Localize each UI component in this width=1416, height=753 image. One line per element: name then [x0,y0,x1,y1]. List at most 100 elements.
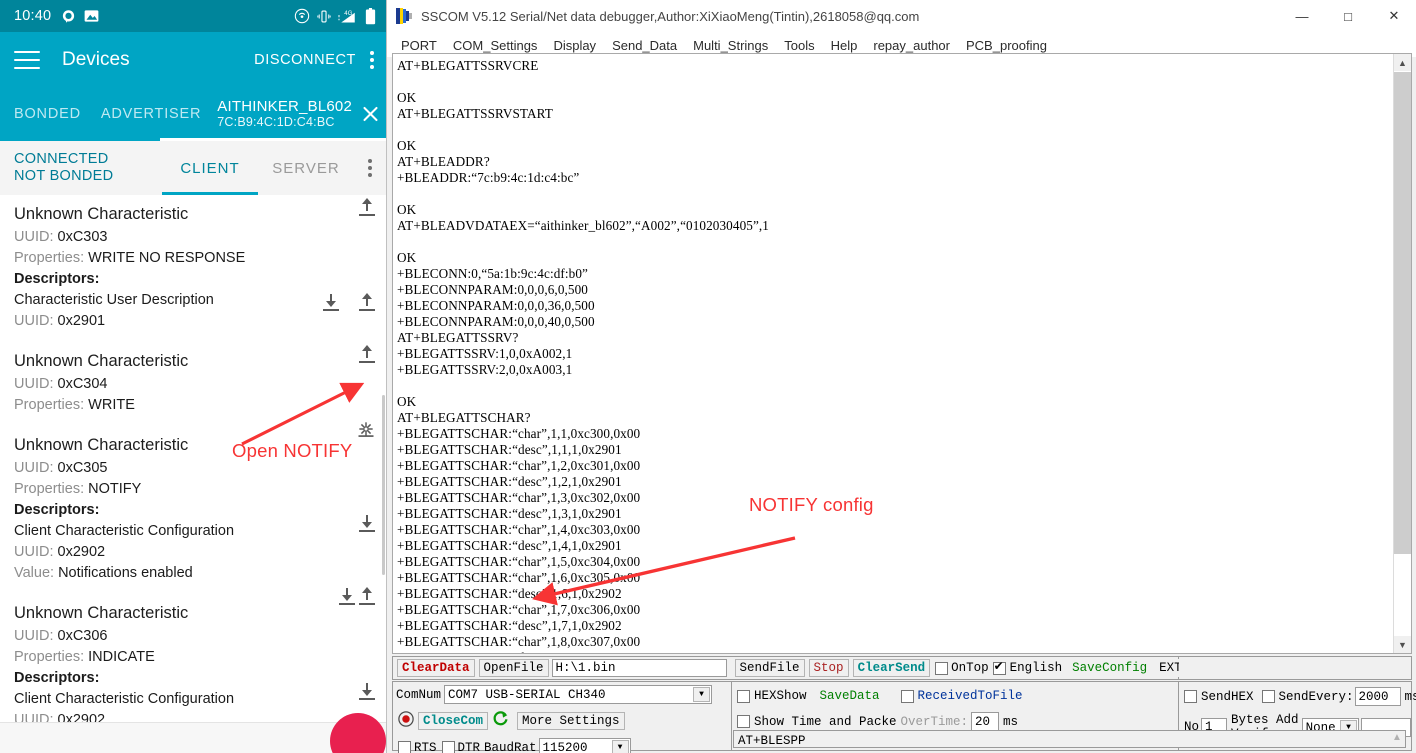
read-icon[interactable] [358,682,376,700]
properties-label: Properties: [14,250,89,266]
disconnect-button[interactable]: DISCONNECT [254,52,356,68]
sscom-app-icon [395,7,413,25]
stop-button[interactable]: Stop [808,659,849,677]
characteristic-item[interactable]: Unknown Characteristic UUID: 0xC306 Prop… [0,584,386,723]
baud-label: BaudRat [484,740,537,753]
descriptor-actions[interactable] [358,682,376,700]
send-interval-input[interactable] [1354,687,1401,706]
kebab-menu-icon[interactable] [370,50,374,69]
descriptors-label: Descriptors: [14,670,100,686]
show-time-checkbox[interactable] [737,715,750,728]
file-path-input[interactable] [551,659,727,677]
terminal-output[interactable]: AT+BLEGATTSSRVCRE OK AT+BLEGATTSSRVSTART… [393,54,1394,653]
rts-checkbox[interactable] [398,741,411,753]
write-icon[interactable] [358,587,376,605]
hexshow-checkbox[interactable] [737,689,750,703]
write-icon[interactable] [358,345,376,363]
uuid-value: 0xC303 [57,229,108,245]
image-icon [84,9,99,23]
menu-help[interactable]: Help [823,36,866,55]
menu-pcb-proofing[interactable]: PCB_proofing [958,36,1055,55]
scroll-down-button[interactable]: ▼ [1394,636,1411,653]
menu-display[interactable]: Display [545,36,604,55]
characteristic-actions[interactable] [358,345,376,363]
properties-value: WRITE [88,397,135,413]
menu-port[interactable]: PORT [393,36,445,55]
characteristic-title: Unknown Characteristic [14,352,189,370]
english-label: English [1009,661,1063,675]
dtr-checkbox[interactable] [441,741,455,753]
characteristic-item[interactable]: Unknown Characteristic UUID: 0xC304 Prop… [0,332,386,416]
scrollbar-thumb[interactable] [1394,72,1411,554]
received-to-file-checkbox[interactable] [900,689,914,703]
descriptor-actions[interactable] [358,514,376,532]
characteristic-actions[interactable] [338,587,376,605]
menu-repay-author[interactable]: repay_author [865,36,958,55]
indicate-icon[interactable] [338,587,356,605]
com-port-select[interactable]: COM7 USB-SERIAL CH340 ▼ [444,685,713,704]
tab-client[interactable]: CLIENT [162,141,258,195]
send-file-button[interactable]: SendFile [734,659,805,677]
sendevery-checkbox[interactable] [1261,690,1275,703]
menu-tools[interactable]: Tools [776,36,822,55]
menu-com-settings[interactable]: COM_Settings [445,36,546,55]
terminal-panel[interactable]: AT+BLEGATTSSRVCRE OK AT+BLEGATTSSRVSTART… [392,53,1412,654]
notify-enabled-icon[interactable] [356,419,376,439]
terminal-scrollbar[interactable]: ▲ ▼ [1393,54,1411,653]
uuid-label: UUID: [14,376,58,392]
annotation-notify-config: NOTIFY config [749,494,874,515]
close-button[interactable]: ✕ [1371,0,1416,32]
send-area-scrollbar[interactable]: ▲ [1390,732,1404,746]
scroll-up-button[interactable]: ▲ [1394,54,1411,71]
menu-send-data[interactable]: Send_Data [604,36,685,55]
descriptor-actions[interactable] [322,293,376,311]
properties-value: NOTIFY [88,481,142,497]
write-icon[interactable] [358,293,376,311]
baud-rate-select[interactable]: 115200 ▼ [538,738,631,753]
properties-value: WRITE NO RESPONSE [88,250,246,266]
more-settings-button[interactable]: More Settings [517,712,625,730]
characteristic-actions[interactable] [358,198,376,216]
chevron-down-icon[interactable]: ▼ [611,740,629,753]
scroll-up-icon[interactable]: ▲ [1390,732,1404,743]
send-text-area[interactable]: AT+BLESPP ▲ [733,730,1406,748]
notify-toggle[interactable] [356,419,376,439]
close-icon[interactable] [360,104,380,124]
tab-server[interactable]: SERVER [258,141,354,195]
save-data-button[interactable]: SaveData [814,687,885,705]
uuid-value: 0xC306 [57,628,108,644]
chevron-down-icon[interactable]: ▼ [693,687,711,702]
send-text-value[interactable]: AT+BLESPP [734,731,1405,751]
kebab-menu-icon[interactable] [368,159,372,177]
maximize-button[interactable]: □ [1325,0,1371,32]
descriptor-name: Client Characteristic Configuration [14,523,235,539]
read-icon[interactable] [358,514,376,532]
refresh-icon[interactable] [492,710,509,732]
window-title-bar[interactable]: SSCOM V5.12 Serial/Net data debugger,Aut… [387,0,1416,33]
write-icon[interactable] [358,198,376,216]
tab-connected-device[interactable]: AITHINKER_BL602 7C:B9:4C:1D:C4:BC [207,87,386,141]
tab-advertiser[interactable]: ADVERTISER [95,87,207,141]
characteristic-item[interactable]: Unknown Characteristic UUID: 0xC303 Prop… [0,195,386,332]
english-checkbox[interactable] [992,659,1006,675]
descriptors-label: Descriptors: [14,271,100,287]
tab-bonded[interactable]: BONDED [0,87,95,141]
open-file-button[interactable]: OpenFile [478,659,549,677]
read-icon[interactable] [322,293,340,311]
message-icon [61,9,76,24]
minimize-button[interactable]: — [1279,0,1325,32]
sscom-window: SSCOM V5.12 Serial/Net data debugger,Aut… [386,0,1416,753]
clear-send-button[interactable]: ClearSend [852,659,931,677]
show-time-label: Show Time and Packe [754,714,897,729]
overtime-input[interactable] [971,712,1000,731]
hamburger-icon[interactable] [14,50,40,69]
save-config-button[interactable]: SaveConfig [1067,659,1153,677]
descriptor-uuid: UUID: 0x2902 [14,542,386,563]
sendhex-checkbox[interactable] [1184,690,1197,703]
ontop-checkbox[interactable] [935,661,949,675]
clear-data-button[interactable]: ClearData [397,659,475,677]
value-label: Value: [14,565,59,581]
properties-label: Properties: [14,649,89,665]
close-com-button[interactable]: CloseCom [418,712,489,730]
menu-multi-strings[interactable]: Multi_Strings [685,36,776,55]
